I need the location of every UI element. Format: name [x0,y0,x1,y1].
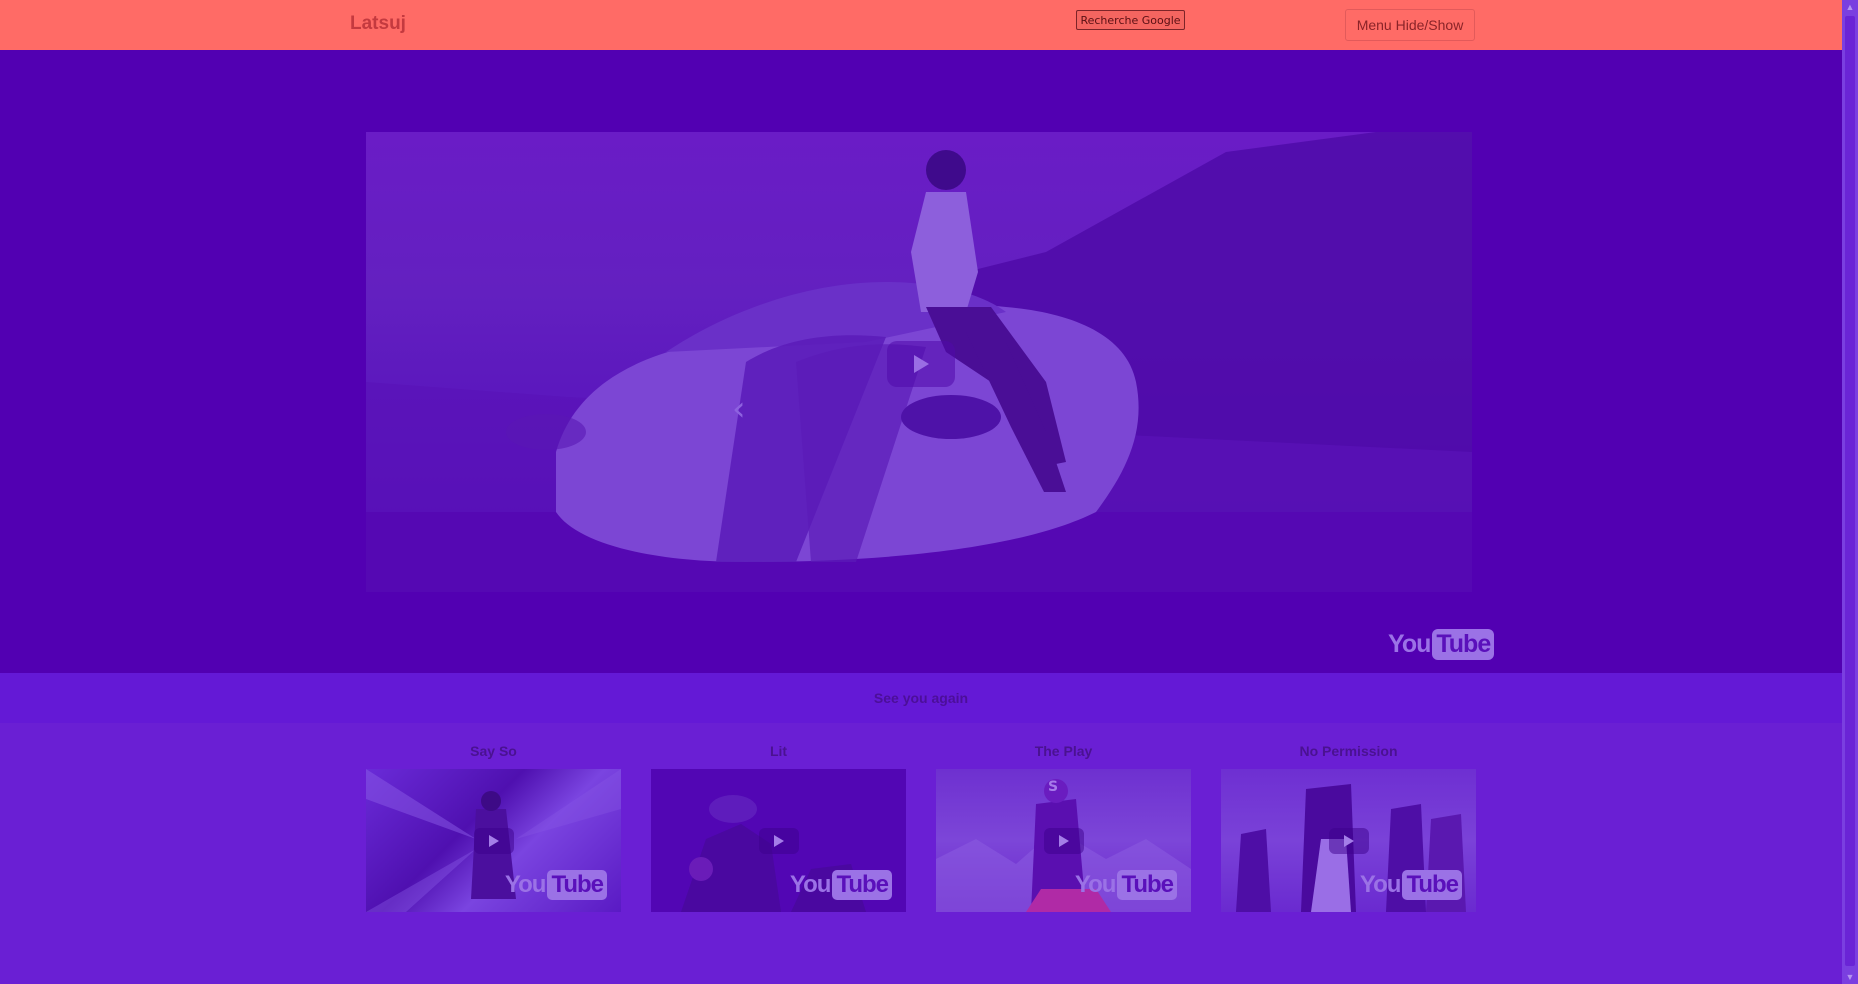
video-title-lit: Lit [769,743,788,759]
youtube-tube-text: Tube [832,870,892,900]
svg-text:S: S [1048,779,1058,795]
featured-caption-band: See you again [0,673,1842,723]
youtube-you-text: You [504,871,547,898]
page: Latsuj Recherche Google Menu Hide/Show ▲… [0,0,1858,984]
vertical-scrollbar[interactable]: ▲ ▼ [1842,0,1858,984]
carousel-prev-icon[interactable]: ‹ [732,392,746,426]
featured-video-player[interactable]: ‹ › [366,132,1472,592]
play-icon[interactable] [759,828,799,854]
youtube-tube-text: Tube [547,870,607,900]
youtube-tube-text: Tube [1432,629,1495,660]
youtube-logo-icon: You Tube [505,870,607,900]
youtube-logo-icon[interactable]: You Tube [1388,629,1495,660]
youtube-logo-icon: You Tube [790,870,892,900]
video-thumbnail-say-so[interactable]: You Tube [366,769,621,912]
video-thumbnail-no-permission[interactable]: You Tube [1221,769,1476,912]
video-title-say-so: Say So [470,743,517,759]
video-thumbnail-the-play[interactable]: S You Tube [936,769,1191,912]
youtube-tube-text: Tube [1117,870,1177,900]
play-icon[interactable] [1329,828,1369,854]
scroll-down-icon[interactable]: ▼ [1842,970,1858,984]
featured-video-title: See you again [873,690,969,706]
youtube-you-text: You [1388,630,1431,658]
youtube-you-text: You [1359,871,1402,898]
play-icon[interactable] [887,341,955,387]
google-search-button[interactable]: Recherche Google [1076,10,1185,30]
youtube-logo-icon: You Tube [1075,870,1177,900]
scroll-up-icon[interactable]: ▲ [1842,0,1858,14]
video-thumbnail-lit[interactable]: You Tube [651,769,906,912]
brand-logo-link[interactable]: Latsuj [350,13,406,35]
video-title-the-play: The Play [1034,743,1093,759]
hero-section: ‹ › YouTube [0,50,1842,673]
youtube-tube-text: Tube [1402,870,1462,900]
youtube-you-text: You [1074,871,1117,898]
top-navbar: Latsuj Recherche Google Menu Hide/Show [0,0,1842,50]
youtube-logo-icon: You Tube [1360,870,1462,900]
scrollbar-thumb[interactable] [1845,16,1855,966]
youtube-you-text: You [789,871,832,898]
menu-toggle-button[interactable]: Menu Hide/Show [1345,9,1475,41]
play-icon[interactable] [1044,828,1084,854]
play-icon[interactable] [474,828,514,854]
video-title-no-permission: No Permission [1299,743,1398,759]
